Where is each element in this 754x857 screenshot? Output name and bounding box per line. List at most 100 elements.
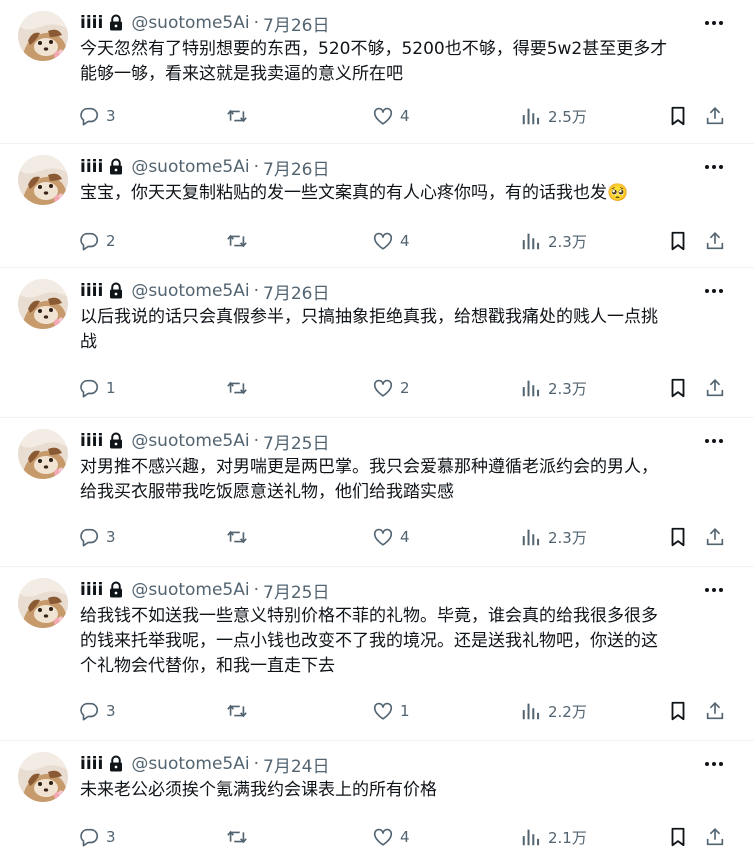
avatar[interactable] — [18, 155, 68, 205]
retweet-button[interactable] — [226, 376, 254, 400]
like-button[interactable]: 4 — [372, 525, 410, 549]
bookmark-button[interactable] — [667, 104, 689, 128]
avatar-photo — [18, 429, 68, 479]
share-button[interactable] — [704, 825, 726, 849]
tweet-date[interactable]: 7月24日 — [263, 752, 329, 777]
display-name[interactable]: iiii — [80, 157, 103, 177]
more-options-button[interactable] — [702, 282, 726, 300]
reply-icon — [80, 107, 99, 126]
views-icon — [522, 829, 540, 846]
bookmark-icon — [671, 231, 685, 251]
tweet-actions: 2 4 2.3万 — [78, 229, 730, 253]
views-button[interactable]: 2.3万 — [520, 229, 587, 253]
reply-button[interactable]: 1 — [78, 376, 116, 400]
user-handle[interactable]: @suotome5Ai — [131, 13, 249, 33]
share-button[interactable] — [704, 104, 726, 128]
bookmark-button[interactable] — [667, 699, 689, 723]
reply-icon — [80, 232, 99, 251]
views-button[interactable]: 2.5万 — [520, 104, 587, 128]
more-options-button[interactable] — [702, 14, 726, 32]
reply-count: 3 — [106, 702, 116, 720]
avatar[interactable] — [18, 578, 68, 628]
avatar[interactable] — [18, 752, 68, 802]
like-button[interactable]: 4 — [372, 104, 410, 128]
tweet[interactable]: iiii @suotome5Ai · 7月26日 以后我说的话只会真假参半，只搞… — [0, 268, 754, 418]
tweet-date[interactable]: 7月25日 — [263, 578, 329, 603]
tweet[interactable]: iiii @suotome5Ai · 7月26日 宝宝，你天天复制粘贴的发一些文… — [0, 144, 754, 268]
user-handle[interactable]: @suotome5Ai — [131, 754, 249, 774]
share-button[interactable] — [704, 699, 726, 723]
tweet-date[interactable]: 7月25日 — [263, 429, 329, 454]
retweet-button[interactable] — [226, 525, 254, 549]
share-button[interactable] — [704, 376, 726, 400]
view-count: 2.2万 — [548, 702, 587, 721]
like-icon — [373, 232, 393, 250]
tweet[interactable]: iiii @suotome5Ai · 7月25日 对男推不感兴趣，对男喘更是两巴… — [0, 418, 754, 567]
retweet-button[interactable] — [226, 825, 254, 849]
more-options-button[interactable] — [702, 755, 726, 773]
user-handle[interactable]: @suotome5Ai — [131, 157, 249, 177]
tweet-date[interactable]: 7月26日 — [263, 279, 329, 304]
display-name[interactable]: iiii — [80, 13, 103, 33]
tweet-actions: 3 1 2.2万 — [78, 699, 730, 723]
view-count: 2.3万 — [548, 528, 587, 547]
views-button[interactable]: 2.2万 — [520, 699, 587, 723]
more-options-button[interactable] — [702, 432, 726, 450]
avatar[interactable] — [18, 11, 68, 61]
more-options-icon — [705, 762, 723, 766]
display-name[interactable]: iiii — [80, 281, 103, 301]
retweet-button[interactable] — [226, 104, 254, 128]
like-icon — [373, 528, 393, 546]
display-name[interactable]: iiii — [80, 754, 103, 774]
bookmark-icon — [671, 527, 685, 547]
retweet-icon — [227, 109, 247, 123]
tweet[interactable]: iiii @suotome5Ai · 7月25日 给我钱不如送我一些意义特别价格… — [0, 567, 754, 741]
more-options-button[interactable] — [702, 158, 726, 176]
lock-icon — [107, 581, 125, 599]
bookmark-button[interactable] — [667, 376, 689, 400]
bookmark-button[interactable] — [667, 825, 689, 849]
more-options-button[interactable] — [702, 581, 726, 599]
like-count: 4 — [400, 107, 410, 125]
reply-button[interactable]: 3 — [78, 525, 116, 549]
tweet-header: iiii @suotome5Ai · 7月26日 — [80, 278, 329, 304]
reply-button[interactable]: 2 — [78, 229, 116, 253]
avatar[interactable] — [18, 279, 68, 329]
tweet-date[interactable]: 7月26日 — [263, 11, 329, 36]
user-handle[interactable]: @suotome5Ai — [131, 281, 249, 301]
bookmark-button[interactable] — [667, 229, 689, 253]
share-button[interactable] — [704, 525, 726, 549]
retweet-button[interactable] — [226, 699, 254, 723]
views-button[interactable]: 2.1万 — [520, 825, 587, 849]
reply-button[interactable]: 3 — [78, 104, 116, 128]
reply-button[interactable]: 3 — [78, 699, 116, 723]
like-button[interactable]: 2 — [372, 376, 410, 400]
retweet-button[interactable] — [226, 229, 254, 253]
display-name[interactable]: iiii — [80, 431, 103, 451]
like-button[interactable]: 1 — [372, 699, 410, 723]
tweet[interactable]: iiii @suotome5Ai · 7月24日 未来老公必须挨个氪满我约会课表… — [0, 741, 754, 857]
views-button[interactable]: 2.3万 — [520, 525, 587, 549]
reply-button[interactable]: 3 — [78, 825, 116, 849]
like-icon — [373, 828, 393, 846]
share-button[interactable] — [704, 229, 726, 253]
bookmark-button[interactable] — [667, 525, 689, 549]
like-button[interactable]: 4 — [372, 825, 410, 849]
avatar-photo — [18, 11, 68, 61]
avatar[interactable] — [18, 429, 68, 479]
more-options-icon — [705, 21, 723, 25]
retweet-icon — [227, 530, 247, 544]
lock-icon — [107, 14, 125, 32]
tweet-date[interactable]: 7月26日 — [263, 155, 329, 180]
tweet[interactable]: iiii @suotome5Ai · 7月26日 今天忽然有了特别想要的东西，5… — [0, 0, 754, 144]
reply-icon — [80, 828, 99, 847]
display-name[interactable]: iiii — [80, 580, 103, 600]
tweet-text: 未来老公必须挨个氪满我约会课表上的所有价格 — [80, 780, 437, 800]
like-button[interactable]: 4 — [372, 229, 410, 253]
view-count: 2.3万 — [548, 232, 587, 251]
user-handle[interactable]: @suotome5Ai — [131, 580, 249, 600]
reply-icon — [80, 528, 99, 547]
user-handle[interactable]: @suotome5Ai — [131, 431, 249, 451]
views-button[interactable]: 2.3万 — [520, 376, 587, 400]
retweet-icon — [227, 830, 247, 844]
